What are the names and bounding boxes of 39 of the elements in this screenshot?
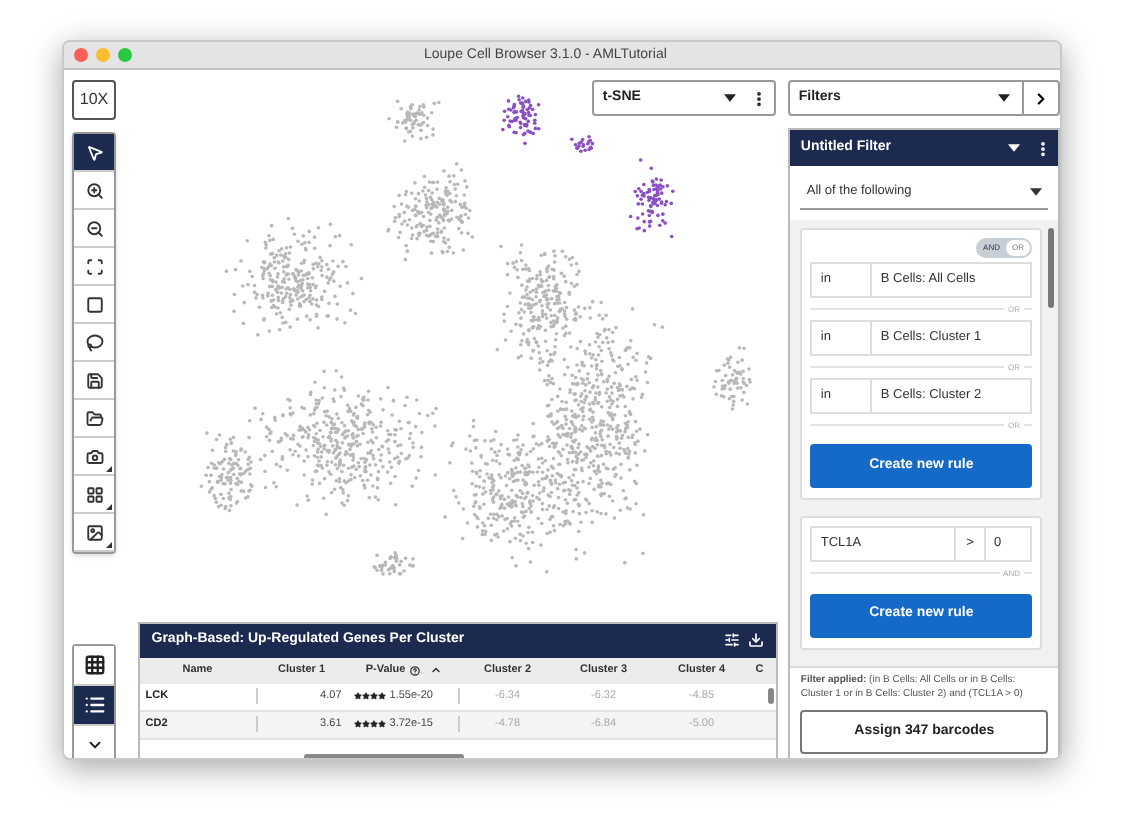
expand-icon <box>85 257 103 275</box>
tool-button[interactable] <box>74 438 114 476</box>
image-icon <box>85 523 103 541</box>
tool-button[interactable] <box>74 134 114 172</box>
zoom-out-icon <box>85 219 103 237</box>
save-icon <box>85 371 103 389</box>
help-icon[interactable] <box>409 665 420 676</box>
grid-view-button[interactable] <box>74 645 114 686</box>
vertical-scrollbar[interactable] <box>768 687 775 704</box>
logo: 10X <box>72 80 116 120</box>
tool-button[interactable] <box>74 172 114 210</box>
sliders-icon[interactable] <box>724 632 741 649</box>
scrollbar-thumb[interactable] <box>1048 228 1054 308</box>
caret-icon <box>1030 188 1042 196</box>
zoom-in-icon <box>85 181 103 199</box>
tool-button[interactable] <box>74 362 114 400</box>
tool-button[interactable] <box>74 476 114 514</box>
tool-button[interactable] <box>74 286 114 324</box>
tool-button[interactable] <box>74 514 114 552</box>
caret-icon <box>724 94 737 102</box>
list-view-button[interactable] <box>74 685 114 726</box>
folder-icon <box>85 409 103 427</box>
tool-button[interactable] <box>74 210 114 248</box>
tool-button[interactable] <box>74 324 114 362</box>
grid-icon <box>85 485 103 503</box>
caret-icon <box>1008 144 1020 152</box>
grid-icon <box>83 653 105 676</box>
expand-panel-button[interactable] <box>1024 80 1060 116</box>
lasso-icon <box>85 333 103 351</box>
pointer-icon <box>85 143 103 161</box>
download-icon[interactable] <box>748 632 765 649</box>
chevron-right-icon <box>1032 89 1050 107</box>
camera-icon <box>85 447 103 465</box>
sort-icon[interactable] <box>429 664 442 677</box>
horizontal-scrollbar[interactable] <box>303 753 464 758</box>
list-icon <box>83 693 105 716</box>
square-select-icon <box>85 295 103 313</box>
tool-button[interactable] <box>74 400 114 438</box>
caret-icon <box>998 94 1010 102</box>
